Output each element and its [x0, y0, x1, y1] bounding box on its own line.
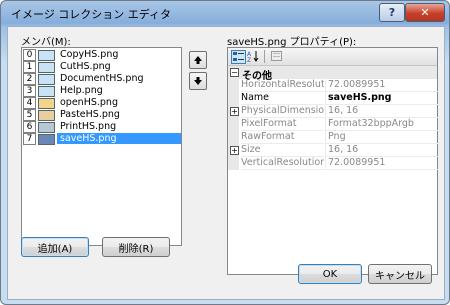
expand-icon[interactable]: +	[230, 107, 239, 116]
toolbar-separator	[264, 50, 265, 63]
list-item[interactable]: 0 CopyHS.png	[23, 49, 179, 61]
remove-button[interactable]: 削除(R)	[102, 237, 170, 257]
add-button[interactable]: 追加(A)	[21, 237, 89, 257]
property-row[interactable]: + PhysicalDimension 16, 16	[228, 105, 440, 118]
image-collection-editor-window: イメージ コレクション エディタ ? ✕ メンバ(M): 0 CopyHS.pn…	[0, 0, 450, 305]
property-pages-button[interactable]	[270, 50, 283, 62]
alphabetical-sort-icon: A Z	[247, 51, 259, 64]
properties-label: saveHS.png プロパティ(P):	[227, 37, 357, 48]
help-button[interactable]: ?	[379, 3, 405, 22]
image-thumbnail-icon	[38, 62, 55, 73]
row-gutter	[228, 157, 239, 170]
item-index: 7	[23, 133, 36, 145]
move-down-button[interactable]	[189, 72, 207, 90]
collapse-icon[interactable]: −	[230, 68, 239, 77]
image-thumbnail-icon	[38, 98, 55, 109]
list-item[interactable]: 3 Help.png	[23, 85, 179, 97]
list-item[interactable]: 2 DocumentHS.png	[23, 73, 179, 85]
up-arrow-icon	[194, 56, 202, 64]
property-row[interactable]: HorizontalResoluti 72.0089951	[228, 79, 440, 92]
categorized-button[interactable]	[231, 50, 246, 64]
item-name: PasteHS.png	[60, 109, 120, 120]
item-name: DocumentHS.png	[60, 73, 144, 84]
property-row[interactable]: RawFormat Png	[228, 131, 440, 144]
item-name: CutHS.png	[60, 61, 111, 72]
item-index: 2	[23, 73, 36, 85]
row-gutter	[228, 118, 239, 131]
categorized-icon	[233, 52, 244, 61]
property-name: RawFormat	[241, 131, 324, 144]
property-name: HorizontalResoluti	[241, 79, 324, 92]
members-label: メンバ(M):	[21, 37, 71, 48]
list-item[interactable]: 4 openHS.png	[23, 97, 179, 109]
svg-text:Z: Z	[247, 57, 251, 62]
image-thumbnail-icon	[38, 74, 55, 85]
category-row[interactable]: − その他	[228, 66, 437, 82]
item-index: 1	[23, 61, 36, 73]
down-arrow-icon	[194, 77, 202, 85]
item-name: Help.png	[60, 85, 103, 96]
cancel-button[interactable]: キャンセル	[368, 264, 432, 284]
item-name: CopyHS.png	[60, 49, 119, 60]
alphabetical-button[interactable]: A Z	[247, 50, 260, 64]
property-name: Name	[241, 92, 324, 105]
property-value[interactable]: 72.0089951	[325, 157, 440, 170]
row-gutter	[228, 92, 239, 105]
list-item[interactable]: 1 CutHS.png	[23, 61, 179, 73]
property-value[interactable]: saveHS.png	[325, 92, 440, 105]
ok-button[interactable]: OK	[298, 264, 362, 284]
property-row[interactable]: + Size 16, 16	[228, 144, 440, 157]
move-up-button[interactable]	[189, 51, 207, 69]
property-value[interactable]: Png	[325, 131, 440, 144]
image-thumbnail-icon	[38, 110, 55, 121]
list-item[interactable]: 6 PrintHS.png	[23, 121, 179, 133]
item-index: 4	[23, 97, 36, 109]
row-gutter	[228, 79, 239, 92]
item-index: 6	[23, 121, 36, 133]
image-thumbnail-icon	[38, 134, 55, 145]
property-value[interactable]: 72.0089951	[325, 79, 440, 92]
item-index: 0	[23, 49, 36, 61]
property-name: Size	[241, 144, 324, 157]
image-thumbnail-icon	[38, 50, 55, 61]
item-index: 3	[23, 85, 36, 97]
title-bar[interactable]: イメージ コレクション エディタ ? ✕	[1, 1, 449, 25]
property-name: PixelFormat	[241, 118, 324, 131]
property-grid[interactable]: A Z − その他 HorizontalResoluti 72.0089951 …	[227, 47, 440, 275]
property-name: VerticalResolution	[241, 157, 324, 170]
property-pages-icon	[271, 51, 282, 61]
property-row[interactable]: VerticalResolution 72.0089951	[228, 157, 440, 170]
members-list[interactable]: 0 CopyHS.png 1 CutHS.png 2 DocumentHS.pn…	[21, 47, 182, 246]
item-name: saveHS.png	[57, 133, 181, 144]
property-value[interactable]: Format32bppArgb	[325, 118, 440, 131]
property-row[interactable]: PixelFormat Format32bppArgb	[228, 118, 440, 131]
expand-icon[interactable]: +	[230, 146, 239, 155]
property-name: PhysicalDimension	[241, 105, 324, 118]
item-index: 5	[23, 109, 36, 121]
item-name: PrintHS.png	[60, 121, 117, 132]
list-item-selected[interactable]: 7 saveHS.png	[23, 133, 181, 145]
property-value[interactable]: 16, 16	[325, 144, 440, 157]
dialog-client-area: メンバ(M): 0 CopyHS.png 1 CutHS.png 2 Docum…	[7, 26, 445, 300]
row-gutter	[228, 131, 239, 144]
property-grid-toolbar: A Z	[228, 48, 437, 66]
image-thumbnail-icon	[38, 86, 55, 97]
item-name: openHS.png	[60, 97, 118, 108]
close-button[interactable]: ✕	[405, 3, 445, 22]
image-thumbnail-icon	[38, 122, 55, 133]
property-value[interactable]: 16, 16	[325, 105, 440, 118]
list-item[interactable]: 5 PasteHS.png	[23, 109, 179, 121]
property-row[interactable]: Name saveHS.png	[228, 92, 440, 105]
window-title: イメージ コレクション エディタ	[11, 8, 172, 21]
